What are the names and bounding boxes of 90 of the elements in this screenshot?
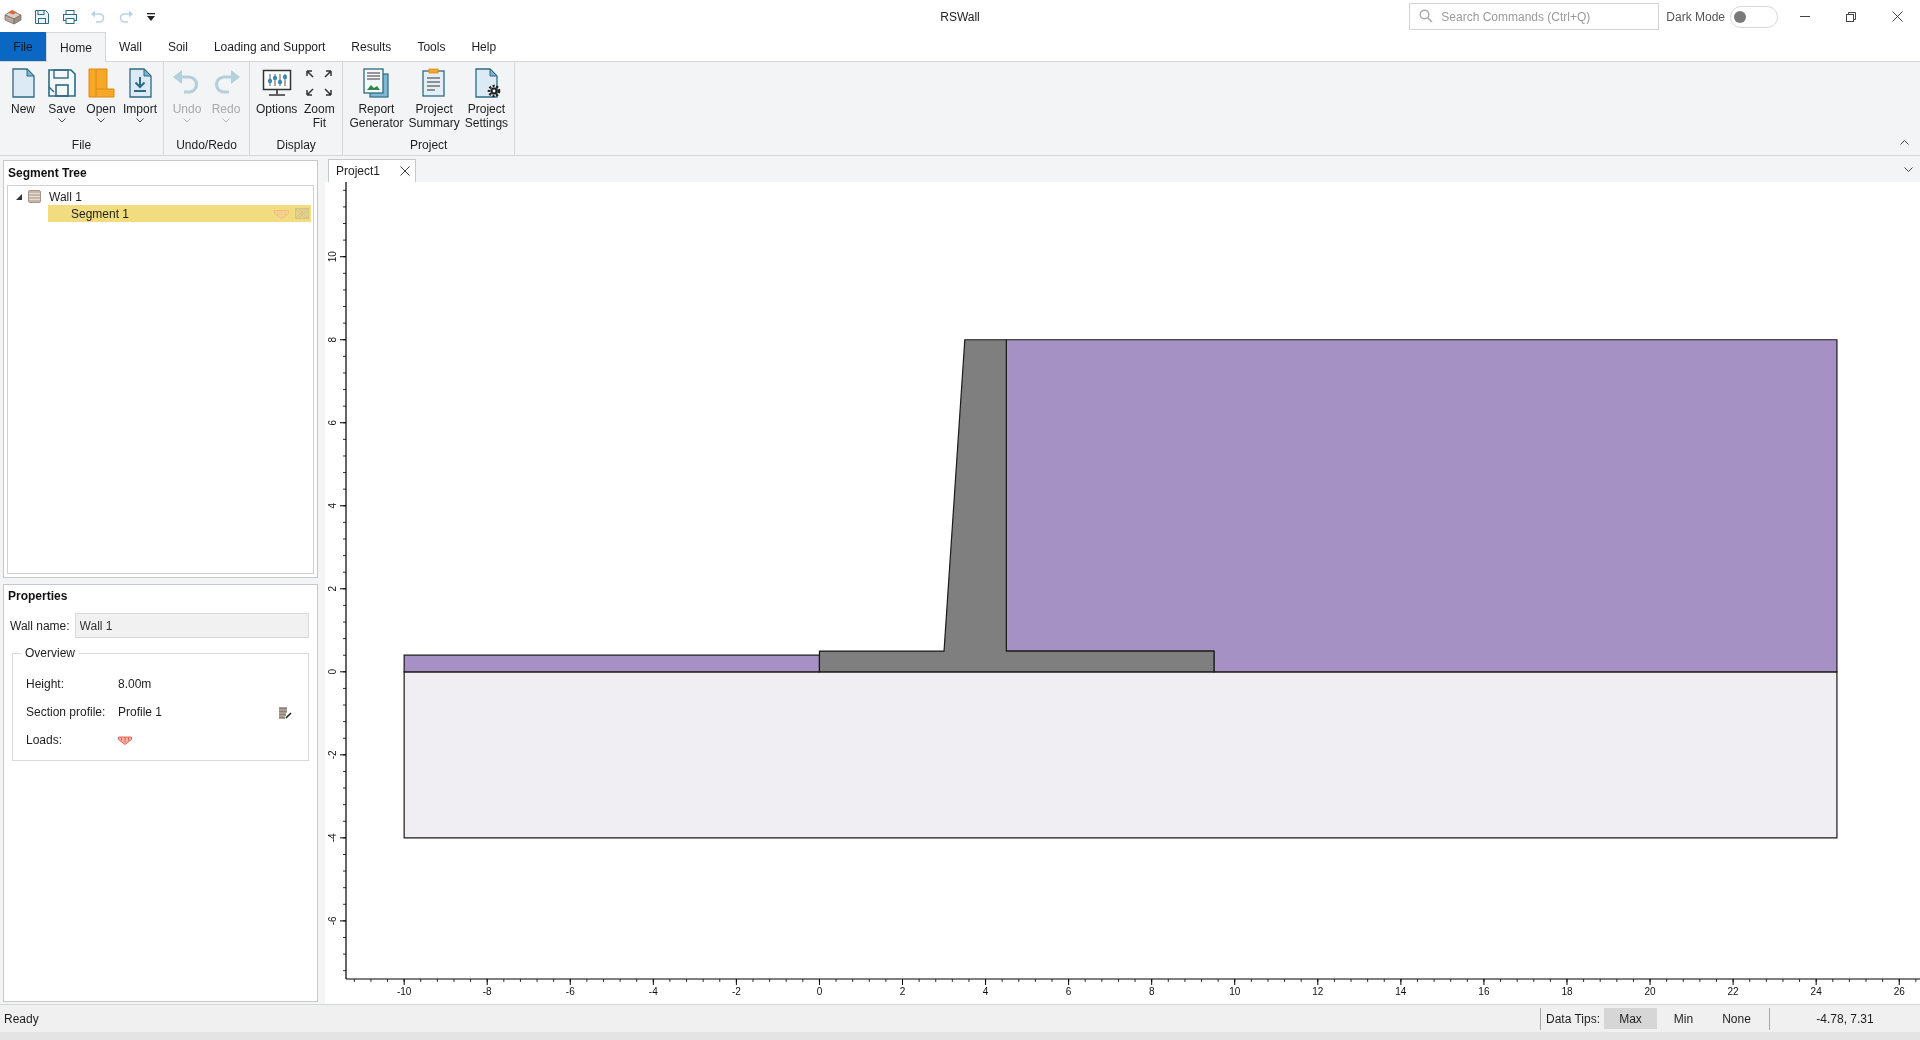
close-icon[interactable] [400, 166, 410, 176]
ribbon-group-label: Project [409, 137, 449, 154]
caret-icon [136, 118, 144, 123]
caret-icon [222, 118, 230, 123]
axis-tick-label: -10 [396, 986, 412, 997]
hatched-block-icon [295, 208, 309, 219]
cursor-coordinates: -4.78, 7.31 [1815, 1010, 1875, 1028]
save-icon[interactable] [34, 8, 50, 25]
window-title: RSWall [940, 8, 980, 26]
axis-tick-label: 0 [327, 669, 338, 675]
group-title: Overview [24, 645, 76, 662]
axis-tick-label: 0 [816, 986, 823, 997]
axis-tick-label: 4 [982, 986, 989, 997]
dark-mode-label: Dark Mode [1666, 8, 1725, 26]
axis-tick-label: -2 [327, 750, 338, 760]
field-label: Wall name: [10, 617, 70, 635]
caret-icon [183, 118, 191, 123]
search-icon [1419, 9, 1434, 23]
axis-tick-label: 8 [327, 336, 338, 343]
ribbon-group-label: File [70, 137, 93, 154]
ribbon-group-label: Undo/Redo [175, 137, 238, 154]
text-field[interactable]: Wall 1 [74, 613, 309, 638]
axis-tick-label: 22 [1727, 986, 1739, 997]
panel-title: Properties [7, 588, 69, 605]
ribbon-button[interactable]: New [4, 67, 42, 116]
property-label: Loads: [26, 732, 64, 749]
property-label: Height: [26, 676, 66, 693]
app-logo-icon[interactable] [4, 8, 22, 25]
axis-tick-label: 6 [1065, 986, 1072, 997]
axis-tick-label: 12 [1312, 986, 1324, 997]
status-text: Ready [3, 1010, 39, 1028]
load-arrows-icon[interactable] [118, 735, 132, 745]
ribbon-button[interactable]: Report Generator [347, 67, 406, 130]
tree-item[interactable]: Segment 1 [48, 205, 311, 222]
property-value: Profile 1 [118, 704, 163, 721]
axis-tick-label: 18 [1561, 986, 1573, 997]
load-arrows-icon [274, 208, 289, 219]
ribbon-button[interactable]: Open [82, 67, 120, 123]
axis-tick-label: 24 [1810, 986, 1822, 997]
axis-tick-label: -4 [327, 833, 338, 843]
axis-tick-label: 6 [327, 420, 338, 426]
axis-tick-label: -2 [731, 986, 741, 997]
property-value: 8.00m [118, 676, 152, 693]
property-label: Section profile: [26, 704, 107, 721]
wall-layers-icon [28, 190, 41, 203]
monitor-sliders-icon [260, 67, 293, 99]
axis-tick-label: 10 [327, 251, 338, 263]
ribbon-button[interactable]: Save [43, 67, 81, 123]
folder-icon [85, 67, 117, 99]
edit-layers-icon[interactable] [278, 705, 292, 719]
axis-tick-label: 16 [1478, 986, 1490, 997]
ribbon-button[interactable]: Options [254, 67, 300, 116]
axis-tick-label: 14 [1395, 986, 1407, 997]
axis-tick-label: 2 [899, 986, 906, 997]
data-tips-option[interactable]: Min [1657, 1008, 1710, 1029]
panel-title: Segment Tree [7, 165, 88, 182]
dropdown-caret-icon[interactable] [146, 12, 156, 21]
expanded-triangle-icon[interactable] [16, 193, 22, 200]
axis-tick-label: 8 [1148, 986, 1155, 997]
restore-icon [1846, 11, 1856, 22]
tree-item[interactable]: Wall 1 [10, 188, 313, 205]
chevron-down-icon[interactable] [1904, 167, 1913, 172]
axis-tick-label: -6 [327, 916, 338, 926]
caret-icon [58, 118, 66, 123]
axis-tick-label: 20 [1644, 986, 1656, 997]
minimize-icon [1800, 16, 1810, 17]
ribbon-button[interactable]: Project Summary [406, 67, 462, 130]
ribbon-button[interactable]: Project Settings [462, 67, 511, 130]
ribbon-tab[interactable]: Home [46, 32, 106, 62]
save-icon [46, 67, 78, 99]
axis-tick-label: 10 [1229, 986, 1241, 997]
axis-tick-label: 2 [327, 586, 338, 592]
ribbon-button[interactable]: Zoom Fit [300, 67, 339, 130]
axis-tick-label: -4 [648, 986, 658, 997]
chevron-up-icon [1899, 139, 1909, 145]
axis-tick-label: -6 [565, 986, 575, 997]
caret-icon [97, 118, 105, 123]
document-tab[interactable]: Project1 [328, 159, 416, 182]
data-tips-label: Data Tips: [1545, 1010, 1600, 1028]
ribbon-group-label: Display [275, 137, 317, 154]
toggle-switch[interactable] [1730, 5, 1778, 28]
search-field[interactable]: Search Commands (Ctrl+Q) [1409, 3, 1660, 30]
ribbon-button[interactable]: Import [121, 67, 159, 123]
data-tips-option[interactable]: None [1710, 1008, 1763, 1029]
axis-tick-label: -8 [482, 986, 492, 997]
axis-tick-label: 4 [327, 503, 338, 509]
print-icon[interactable] [62, 8, 78, 25]
data-tips-option[interactable]: Max [1604, 1008, 1657, 1029]
close-icon [1891, 11, 1903, 22]
axis-tick-label: 26 [1893, 986, 1905, 997]
